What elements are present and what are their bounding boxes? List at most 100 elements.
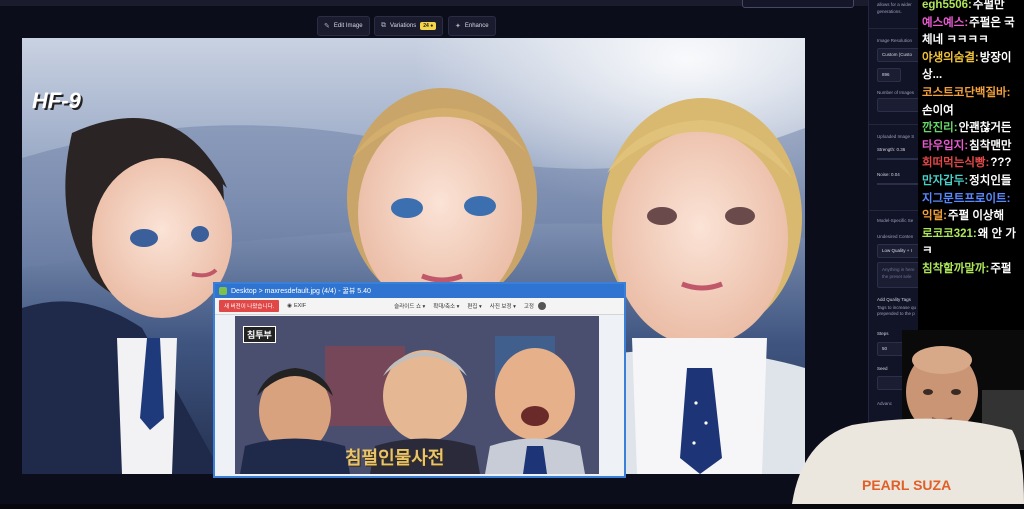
chat-message: 타우입지:침착맨만 [922,138,1024,155]
uploaded-image-label: Uploaded Image S [877,134,915,139]
chat-message: 손이여 [922,103,1024,120]
chat-text: 주펄은 국 [969,16,1015,29]
chat-text: 주펄 [990,263,1012,275]
low-quality-value: Low Quality + I [882,248,912,253]
stream-logo: HF-9 [32,88,81,113]
chat-message: 깐진리:안괜찮거든 [922,120,1024,137]
chat-text: 주펄 이상해 [948,210,1005,223]
undesired-content-label: Undesired Conten [877,234,914,239]
anlas-cost-badge: 24 ● [420,22,437,30]
edit-menu[interactable]: 편집 ▾ [467,302,481,310]
viewer-toolbar: 새 버전이 나왔습니다. ◉ EXIF 슬라이드 쇼 ▾ 확대/축소 ▾ 편집 … [215,298,624,315]
chat-text: 주펄만 [972,0,1005,11]
chat-message: 로코코321:왜 안 가 [922,226,1024,243]
exif-button[interactable]: EXIF [294,303,306,309]
edit-image-label: Edit Image [333,23,363,29]
pin-toggle-icon[interactable] [537,302,546,310]
chat-text: ㅋ [922,245,933,258]
image-generator-app: ✎ Edit Image ⧉ Variations 24 ● ✦ Enhance [0,0,918,504]
tagline-line-2: generations. [877,9,902,14]
shirt-print: PEARL SUZA [862,477,951,493]
chat-message: 익덜:주펄 이상해 [922,208,1024,225]
webcam-overlay: PEARL SUZA [792,330,1024,504]
camera-icon[interactable]: ◉ [287,303,292,309]
chat-message: 침착할까말까:주펄 [922,261,1024,278]
chat-username[interactable]: 만자갑두: [922,175,968,187]
chat-text: 침착맨만 [969,139,1012,152]
chat-message: ㅋ [922,243,1024,260]
image-toolbar: ✎ Edit Image ⧉ Variations 24 ● ✦ Enhance [0,14,820,38]
chat-message: 체네 ㅋㅋㅋㅋ [922,32,1024,49]
chat-username[interactable]: 야생의숨결: [922,52,979,64]
chat-username[interactable]: 지그문트프로이트: [922,193,1010,205]
chat-text: 상... [922,69,943,82]
chat-username[interactable]: 로코코321: [922,228,977,240]
viewer-title-bar[interactable]: Desktop > maxresdefault.jpg (4/4) - 꿀뷰 5… [215,284,624,298]
quality-tags-desc-2: prepended to the p [877,311,915,316]
width-input[interactable]: 896 [877,68,901,82]
noise-slider[interactable] [877,183,918,185]
noise-label: Noise: 0.04 [877,172,900,177]
chat-username[interactable]: 익덜: [922,210,947,222]
photo-correction-menu[interactable]: 사진 보정 ▾ [490,302,516,310]
viewer-app-icon [219,287,227,295]
undesired-preset-select[interactable]: Low Quality + I [877,244,918,258]
chat-message: 회떠먹는식빵:??? [922,155,1024,172]
tagline-line-1: allows for a wider [877,2,912,7]
undesired-placeholder-1: Anything in here [882,267,915,272]
undesired-placeholder-2: the preset sele [882,274,912,279]
chat-text: 손이여 [922,104,954,117]
pin-button[interactable]: 고정 [524,302,534,310]
prompt-box[interactable] [742,0,854,8]
chat-username[interactable]: 회떠먹는식빵: [922,157,989,169]
chat-username[interactable]: 예스예스: [922,17,968,29]
webcam-art: PEARL SUZA [792,330,1024,504]
sparkle-icon: ✦ [455,23,461,30]
edit-image-button[interactable]: ✎ Edit Image [317,16,370,36]
slideshow-menu[interactable]: 슬라이드 쇼 ▾ [394,302,425,310]
chat-text: 안괜찮거든 [958,122,1012,135]
width-value: 896 [882,72,890,77]
zoom-menu[interactable]: 확대/축소 ▾ [433,302,459,310]
chat-text: ??? [990,157,1012,170]
photo-badge: 침투부 [243,326,276,343]
resolution-value: Custom (Custo [882,52,913,57]
resolution-select[interactable]: Custom (Custo [877,48,918,62]
pencil-icon: ✎ [324,23,330,30]
chat-message: 코스트코단백질바: [922,85,1024,102]
model-specific-label: Model-Specific Se [877,218,914,223]
enhance-label: Enhance [464,23,489,29]
strength-slider[interactable] [877,158,918,160]
viewer-photo: 침투부 침펄인물사전 [235,316,599,474]
chat-username[interactable]: 코스트코단백질바: [922,87,1010,99]
chat-message: 만자갑두:정치인들 [922,173,1024,190]
new-version-notice[interactable]: 새 버전이 나왔습니다. [219,300,280,312]
chat-message: 야생의숨결:방장이 [922,50,1024,67]
quality-tags-desc-1: Tags to increase qu [877,305,917,310]
chat-username[interactable]: 타우입지: [922,140,968,152]
viewer-title: Desktop > maxresdefault.jpg (4/4) - 꿀뷰 5… [231,288,371,295]
image-viewer-window[interactable]: Desktop > maxresdefault.jpg (4/4) - 꿀뷰 5… [213,282,626,478]
chat-username[interactable]: egh5506: [922,0,972,11]
number-of-images-input[interactable] [877,98,918,112]
variations-button[interactable]: ⧉ Variations 24 ● [374,16,444,36]
add-quality-tags-label: Add Quality Tags [877,297,911,302]
photo-caption: 침펄인물사전 [345,448,445,468]
chat-message: 예스예스:주펄은 국 [922,15,1024,32]
chat-message: 상... [922,67,1024,84]
chat-message: 지그문트프로이트: [922,191,1024,208]
chat-text: 정치인들 [969,175,1012,187]
chat-text: 왜 안 가 [977,227,1016,240]
variations-icon: ⧉ [381,22,386,29]
image-resolution-label: Image Resolution [877,38,913,43]
chat-username[interactable]: 깐진리: [922,122,958,134]
enhance-button[interactable]: ✦ Enhance [448,16,496,36]
variations-label: Variations [390,23,417,29]
number-of-images-label: Number of Images [877,90,915,95]
chat-text: 체네 ㅋㅋㅋㅋ [922,34,989,47]
chat-message: egh5506:주펄만 [922,0,1024,14]
strength-label: Strength: 0.36 [877,147,906,152]
undesired-content-textarea[interactable]: Anything in here the preset sele [877,262,918,288]
chat-username[interactable]: 침착할까말까: [922,263,989,275]
chat-text: 방장이 [979,51,1012,64]
